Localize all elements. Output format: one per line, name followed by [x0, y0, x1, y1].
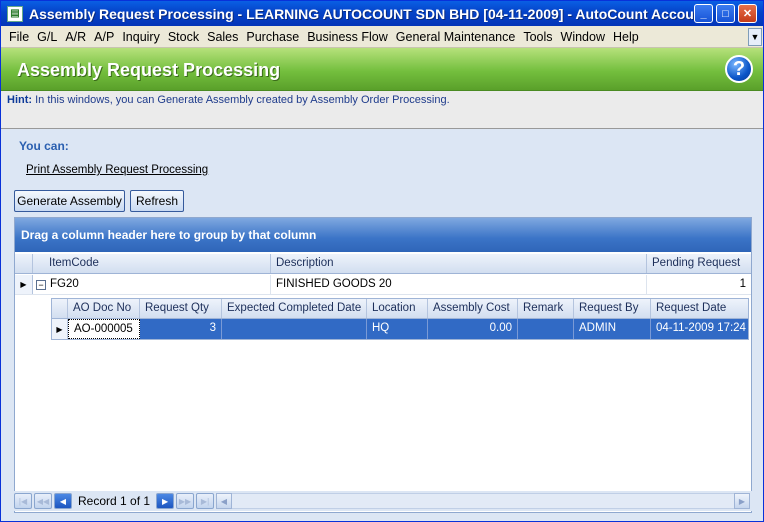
title-bar[interactable]: ▤ Assembly Request Processing - LEARNING… — [1, 1, 763, 26]
group-by-panel[interactable]: Drag a column header here to group by th… — [15, 218, 751, 252]
hint-panel: Hint: In this windows, you can Generate … — [1, 91, 763, 129]
column-header-itemcode[interactable]: ItemCode — [33, 254, 271, 273]
cell-expected-completed-date[interactable] — [222, 319, 367, 339]
cell-pending-request: 1 — [739, 278, 746, 290]
hint-label: Hint: — [7, 94, 33, 106]
row-indicator-arrow-icon: ▶ — [15, 275, 33, 294]
column-header-request-date[interactable]: Request Date — [651, 299, 748, 318]
previous-page-icon[interactable]: ◀◀ — [34, 493, 52, 509]
menu-purchase[interactable]: Purchase — [242, 30, 303, 44]
scroll-left-icon[interactable]: ◀ — [216, 493, 232, 509]
group-by-text: Drag a column header here to group by th… — [21, 228, 317, 242]
cell-remark[interactable] — [518, 319, 574, 339]
request-grid: Drag a column header here to group by th… — [14, 217, 752, 513]
generate-assembly-button[interactable]: Generate Assembly — [14, 190, 125, 212]
indicator-header — [15, 254, 33, 273]
page-header: Assembly Request Processing ? — [1, 48, 763, 91]
previous-record-icon[interactable]: ◀ — [54, 493, 72, 509]
menu-general-maintenance[interactable]: General Maintenance — [392, 30, 520, 44]
help-icon[interactable]: ? — [725, 55, 753, 83]
cell-ao-doc-no[interactable]: AO-000005 — [68, 319, 140, 339]
menu-file[interactable]: File — [5, 30, 33, 44]
column-header-request-by[interactable]: Request By — [574, 299, 651, 318]
record-counter: Record 1 of 1 — [78, 494, 151, 508]
minimize-button[interactable]: _ — [694, 4, 713, 23]
grid-header-row: ItemCode Description Pending Request — [15, 254, 751, 274]
table-row[interactable]: ▶ − FG20 FINISHED GOODS 20 1 — [15, 275, 751, 295]
column-header-assembly-cost[interactable]: Assembly Cost — [428, 299, 518, 318]
cell-request-date[interactable]: 04-11-2009 17:24 — [651, 319, 748, 339]
window-title: Assembly Request Processing - LEARNING A… — [29, 5, 694, 22]
menu-sales[interactable]: Sales — [203, 30, 242, 44]
detail-grid: AO Doc No Request Qty Expected Completed… — [51, 298, 749, 340]
app-window: ▤ Assembly Request Processing - LEARNING… — [0, 0, 764, 522]
app-icon: ▤ — [7, 5, 23, 22]
print-link[interactable]: Print Assembly Request Processing — [26, 164, 208, 176]
menu-tools[interactable]: Tools — [519, 30, 556, 44]
page-title: Assembly Request Processing — [17, 60, 281, 80]
cell-request-qty[interactable]: 3 — [140, 319, 222, 339]
column-header-request-qty[interactable]: Request Qty — [140, 299, 222, 318]
horizontal-scrollbar[interactable]: ◀ ▶ — [216, 493, 750, 509]
first-record-icon[interactable]: |◀ — [14, 493, 32, 509]
cell-location[interactable]: HQ — [367, 319, 428, 339]
record-navigator: |◀ ◀◀ ◀ Record 1 of 1 ▶ ▶▶ ▶| ◀ ▶ — [14, 491, 752, 511]
cell-itemcode: − FG20 — [33, 275, 271, 294]
menu-ar[interactable]: A/R — [61, 30, 90, 44]
hint-text: In this windows, you can Generate Assemb… — [32, 94, 450, 106]
detail-indicator-header — [52, 299, 68, 318]
column-header-pending-request[interactable]: Pending Request — [647, 254, 751, 273]
menu-window[interactable]: Window — [557, 30, 609, 44]
scroll-right-icon[interactable]: ▶ — [734, 493, 750, 509]
column-header-description[interactable]: Description — [271, 254, 647, 273]
menu-stock[interactable]: Stock — [164, 30, 203, 44]
cell-description: FINISHED GOODS 20 — [271, 275, 647, 294]
cell-request-by[interactable]: ADMIN — [574, 319, 651, 339]
cell-assembly-cost[interactable]: 0.00 — [428, 319, 518, 339]
maximize-button[interactable]: □ — [716, 4, 735, 23]
menu-business-flow[interactable]: Business Flow — [303, 30, 392, 44]
refresh-button[interactable]: Refresh — [130, 190, 184, 212]
main-content: You can: Print Assembly Request Processi… — [1, 129, 763, 521]
last-record-icon[interactable]: ▶| — [196, 493, 215, 509]
menu-ap[interactable]: A/P — [90, 30, 118, 44]
menu-inquiry[interactable]: Inquiry — [118, 30, 164, 44]
column-header-location[interactable]: Location — [367, 299, 428, 318]
menu-overflow-chevron-icon[interactable]: ▼ — [748, 27, 762, 46]
next-page-icon[interactable]: ▶▶ — [176, 493, 195, 509]
column-header-remark[interactable]: Remark — [518, 299, 574, 318]
detail-row[interactable]: ▶ AO-000005 3 HQ 0.00 ADMIN 04-11-2009 1… — [52, 319, 748, 339]
close-button[interactable]: ✕ — [738, 4, 757, 23]
you-can-label: You can: — [19, 139, 69, 153]
next-record-icon[interactable]: ▶ — [156, 493, 175, 509]
itemcode-value: FG20 — [50, 278, 79, 290]
column-header-expected-completed-date[interactable]: Expected Completed Date — [222, 299, 367, 318]
menu-gl[interactable]: G/L — [33, 30, 61, 44]
menu-bar: File G/L A/R A/P Inquiry Stock Sales Pur… — [1, 26, 763, 48]
column-header-ao-doc-no[interactable]: AO Doc No — [68, 299, 140, 318]
detail-row-indicator-arrow-icon: ▶ — [52, 319, 68, 339]
menu-help[interactable]: Help — [609, 30, 643, 44]
collapse-icon[interactable]: − — [36, 280, 46, 290]
detail-header-row: AO Doc No Request Qty Expected Completed… — [52, 299, 748, 319]
